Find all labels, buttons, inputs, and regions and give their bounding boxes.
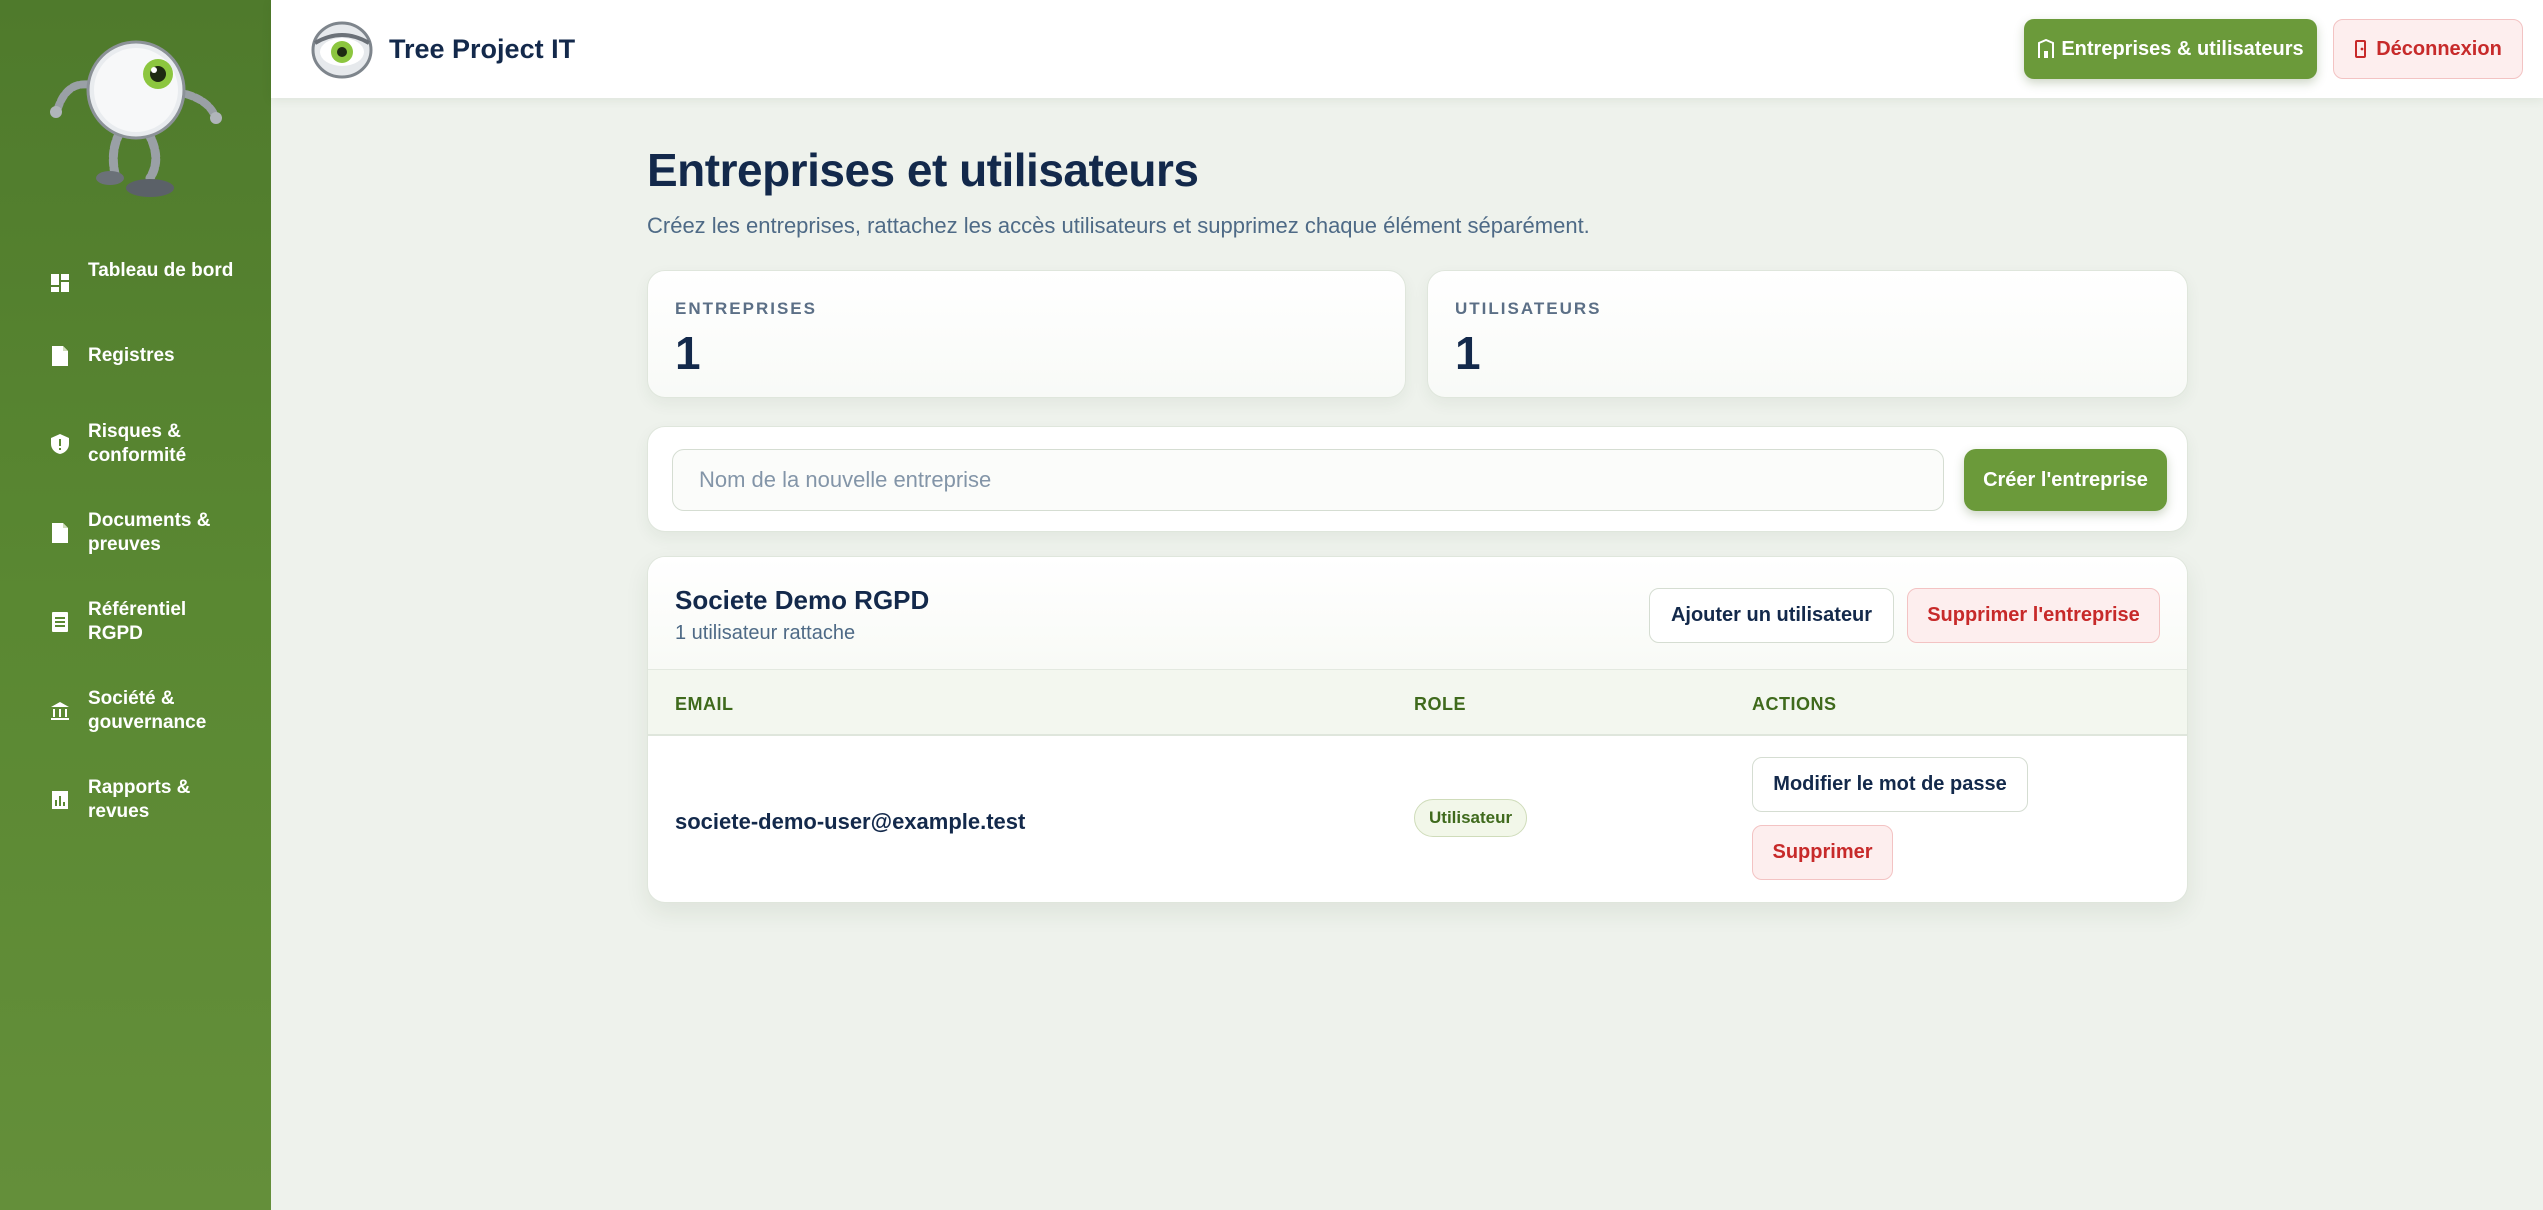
app-title: Tree Project IT — [389, 34, 576, 64]
sidebar-item-documents[interactable]: Documents & preuves — [0, 505, 271, 561]
eye-logo-icon — [311, 21, 373, 79]
stat-value: 1 — [1455, 327, 1481, 379]
list-document-icon — [50, 610, 70, 634]
company-card: Societe Demo RGPD 1 utilisateur rattache… — [647, 556, 2188, 903]
sidebar-item-risques[interactable]: Risques & conformité — [0, 416, 271, 472]
sidebar-item-label: Documents & preuves — [88, 510, 211, 555]
companies-users-label: Entreprises & utilisateurs — [2061, 37, 2304, 60]
role-badge: Utilisateur — [1414, 799, 1528, 837]
create-company-button[interactable]: Créer l'entreprise — [1964, 449, 2167, 511]
sidebar-item-label: Tableau de bord — [88, 260, 234, 281]
stat-value: 1 — [675, 327, 701, 379]
users-table-header: EMAIL ROLE ACTIONS — [648, 670, 2187, 736]
company-user-count: 1 utilisateur rattache — [675, 622, 856, 644]
sidebar-item-societe[interactable]: Société & gouvernance — [0, 683, 271, 739]
stat-card-companies: ENTREPRISES 1 — [647, 270, 1406, 398]
stat-label: ENTREPRISES — [675, 299, 817, 318]
logout-button[interactable]: Déconnexion — [2333, 19, 2523, 79]
dashboard-icon — [50, 271, 70, 295]
institution-icon — [50, 699, 70, 723]
page-subtitle: Créez les entreprises, rattachez les acc… — [647, 213, 1590, 238]
change-password-button[interactable]: Modifier le mot de passe — [1752, 757, 2028, 812]
file-icon — [50, 521, 70, 545]
table-row: societe-demo-user@example.test Utilisate… — [648, 736, 2187, 902]
sidebar-item-label: Rapports & revues — [88, 777, 191, 822]
document-icon — [50, 344, 70, 368]
page-title: Entreprises et utilisateurs — [647, 144, 1199, 196]
report-chart-icon — [50, 788, 70, 812]
company-header: Societe Demo RGPD 1 utilisateur rattache… — [648, 557, 2187, 670]
sidebar-item-registres[interactable]: Registres — [0, 344, 271, 368]
sidebar-item-dashboard[interactable]: Tableau de bord — [0, 255, 271, 311]
sidebar-item-label: Registres — [88, 345, 175, 366]
sidebar-item-label: Risques & conformité — [88, 421, 187, 466]
sidebar-item-label: Société & gouvernance — [88, 688, 207, 733]
logout-icon — [2355, 40, 2367, 58]
company-name: Societe Demo RGPD — [675, 585, 930, 615]
logout-label: Déconnexion — [2376, 37, 2502, 60]
delete-company-button[interactable]: Supprimer l'entreprise — [1907, 588, 2160, 643]
sidebar-item-label: Référentiel RGPD — [88, 599, 187, 644]
stat-label: UTILISATEURS — [1455, 299, 1602, 318]
sidebar-item-rapports[interactable]: Rapports & revues — [0, 772, 271, 828]
column-header-actions: ACTIONS — [1752, 694, 1837, 714]
companies-users-button[interactable]: Entreprises & utilisateurs — [2024, 19, 2317, 79]
user-email: societe-demo-user@example.test — [675, 809, 1026, 834]
sidebar: Tableau de bord Registres Risques & conf… — [0, 0, 271, 1210]
add-user-button[interactable]: Ajouter un utilisateur — [1649, 588, 1894, 643]
stat-card-users: UTILISATEURS 1 — [1427, 270, 2188, 398]
top-bar: Tree Project IT Entreprises & utilisateu… — [271, 0, 2543, 98]
create-company-card: Créer l'entreprise — [647, 426, 2188, 532]
building-icon — [2038, 39, 2055, 58]
column-header-email: EMAIL — [675, 694, 734, 714]
sidebar-item-referentiel[interactable]: Référentiel RGPD — [0, 594, 271, 650]
shield-icon — [50, 432, 70, 456]
delete-user-button[interactable]: Supprimer — [1752, 825, 1893, 880]
new-company-name-input[interactable] — [672, 449, 1944, 511]
robot-eye-mascot-logo — [50, 40, 222, 197]
column-header-role: ROLE — [1414, 694, 1467, 714]
